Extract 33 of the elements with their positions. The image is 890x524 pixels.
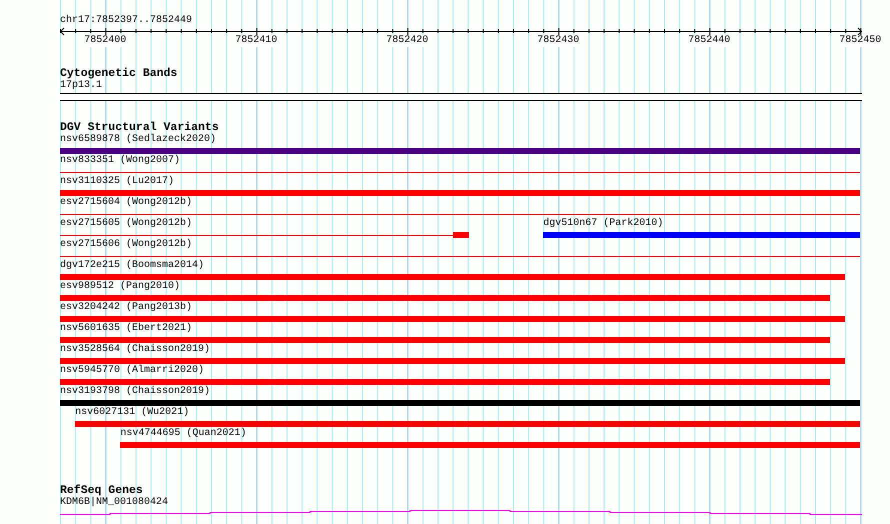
variant-label: nsv4744695 (Quan2021)	[120, 428, 246, 440]
variant-label: esv2715606 (Wong2012b)	[60, 239, 192, 251]
variant-line[interactable]	[60, 214, 860, 215]
variant-label: dgv510n67 (Park2010)	[543, 218, 664, 230]
track-title: RefSeq Genes	[60, 484, 143, 497]
variant-bar[interactable]	[452, 232, 470, 238]
variant-label: esv2715604 (Wong2012b)	[60, 197, 192, 209]
tick-label: 7852450	[839, 35, 882, 47]
location-label: chr17:7852397..7852449	[60, 15, 194, 27]
variant-label: esv3204242 (Pang2013b)	[60, 302, 192, 314]
variant-label: nsv3193798 (Chaisson2019)	[60, 386, 210, 398]
variant-label: esv2715605 (Wong2012b)	[60, 218, 192, 230]
track-title: Cytogenetic Bands	[60, 67, 178, 80]
tick-label: 7852440	[688, 35, 730, 47]
variant-label: dgv172e215 (Boomsma2014)	[60, 260, 204, 272]
gene-line[interactable]	[60, 510, 862, 515]
variant-label: nsv5945770 (Almarri2020)	[60, 365, 204, 377]
variant-label: nsv6589878 (Sedlazeck2020)	[60, 134, 216, 146]
variant-line[interactable]	[60, 256, 860, 257]
variant-label: nsv3110325 (Lu2017)	[60, 176, 174, 188]
tick-label: 7852400	[84, 35, 126, 47]
track-title: DGV Structural Variants	[60, 121, 219, 134]
variant-label: nsv5601635 (Ebert2021)	[60, 323, 192, 335]
tick-label: 7852420	[386, 35, 428, 47]
variant-label: nsv833351 (Wong2007)	[60, 155, 180, 167]
variant-label: nsv3528564 (Chaisson2019)	[60, 344, 210, 356]
gene-label: KDM6B|NM_001080424	[60, 497, 168, 509]
tick-label: 7852430	[537, 35, 580, 47]
variant-label: nsv6027131 (Wu2021)	[75, 407, 190, 419]
band-label: 17p13.1	[60, 80, 102, 92]
variant-label: esv989512 (Pang2010)	[60, 281, 180, 293]
tick-label: 7852410	[235, 35, 278, 47]
variant-line[interactable]	[60, 172, 860, 173]
